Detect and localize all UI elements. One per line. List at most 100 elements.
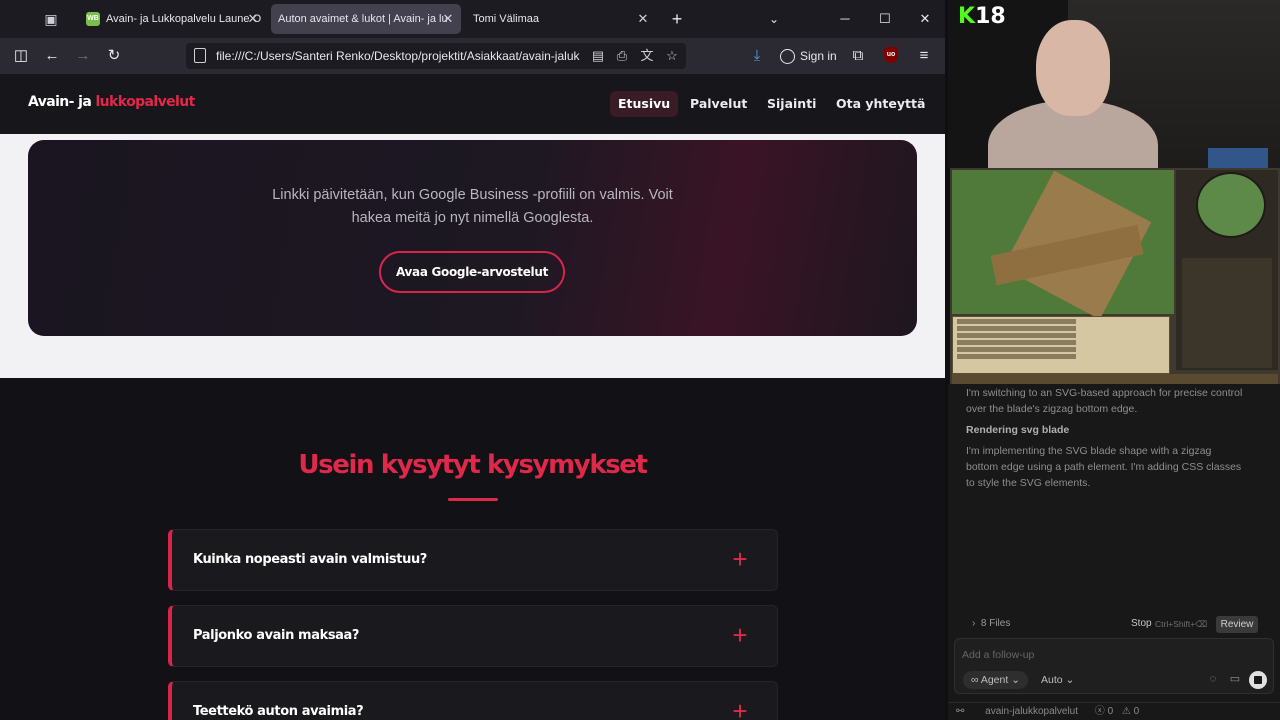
game-chatbox	[952, 316, 1170, 374]
kick-logo-icon: K	[958, 4, 976, 29]
translate-icon[interactable]: 文	[637, 46, 657, 66]
navigation-toolbar: ◫ ← → ↻ file:///C:/Users/Santeri Renko/D…	[0, 38, 945, 74]
open-google-reviews-button[interactable]: Avaa Google-arvostelut	[379, 251, 565, 293]
plus-icon[interactable]: +	[729, 546, 751, 572]
stop-generation-button[interactable]	[1249, 671, 1267, 689]
new-tab-icon[interactable]: +	[667, 9, 687, 29]
plus-icon[interactable]: +	[729, 698, 751, 720]
nav-etusivu[interactable]: Etusivu	[610, 91, 679, 117]
error-icon[interactable]: ⓧ	[1095, 706, 1105, 717]
faq-item[interactable]: Teettekö auton avaimia? +	[168, 681, 778, 720]
minimize-icon[interactable]: ─	[835, 9, 855, 29]
game-viewport	[952, 170, 1174, 320]
agent-message-line: I'm implementing the SVG blade shape wit…	[966, 445, 1212, 457]
tab-title: Auton avaimet & lukot | Avain- ja lu	[278, 13, 448, 26]
save-to-pocket-icon[interactable]: ⎙	[612, 46, 632, 66]
url-text[interactable]: file:///C:/Users/Santeri Renko/Desktop/p…	[216, 43, 586, 69]
sign-in-label: Sign in	[800, 49, 837, 63]
tab-title: Avain- ja Lukkopalvelu Laune O	[106, 13, 262, 26]
google-review-card: Linkki päivitetään, kun Google Business …	[28, 140, 917, 336]
maximize-icon[interactable]: ☐	[875, 9, 895, 29]
desk-light	[1208, 148, 1268, 168]
agent-mode-select[interactable]: ∞ Agent ⌄	[963, 671, 1028, 689]
close-tab-icon[interactable]: ✕	[636, 4, 650, 34]
faq-question: Paljonko avain maksaa?	[193, 628, 360, 643]
chevron-down-icon: ⌄	[1062, 674, 1075, 686]
remote-icon[interactable]: ⚯	[956, 706, 964, 717]
model-select[interactable]: Auto ⌄	[1041, 671, 1074, 689]
extensions-icon[interactable]: ⧉	[847, 45, 869, 67]
game-inventory	[1182, 258, 1272, 368]
files-count: 8 Files	[980, 618, 1011, 629]
stop-shortcut: Ctrl+Shift+⌫	[1155, 619, 1208, 629]
warning-count: 0	[1133, 706, 1140, 717]
game-hud-bar	[952, 374, 1278, 384]
agent-message-line: to style the SVG elements.	[966, 477, 1091, 489]
followup-input[interactable]	[962, 647, 1262, 663]
web-page: Avain- ja lukkopalvelut Etusivu Palvelut…	[0, 74, 945, 720]
nav-ota-yhteytta[interactable]: Ota yhteyttä	[836, 91, 925, 117]
site-logo[interactable]: Avain- ja lukkopalvelut	[28, 94, 195, 110]
stop-button[interactable]: Stop	[1131, 618, 1152, 629]
webflow-favicon-icon: WB	[86, 12, 100, 27]
streamer-head	[1036, 20, 1110, 116]
close-window-icon[interactable]: ✕	[915, 9, 935, 29]
back-icon[interactable]: ←	[41, 45, 63, 67]
bookmark-star-icon[interactable]: ☆	[662, 46, 682, 66]
reload-icon[interactable]: ↻	[103, 45, 125, 67]
logo-text: Avain- ja	[28, 94, 96, 110]
faq-heading: Usein kysytyt kysymykset	[298, 450, 648, 480]
faq-item[interactable]: Paljonko avain maksaa? +	[168, 605, 778, 667]
faq-question: Kuinka nopeasti avain valmistuu?	[193, 552, 427, 567]
project-name[interactable]: avain-jalukkopalvelut	[985, 706, 1078, 717]
close-tab-icon[interactable]: ✕	[246, 4, 260, 34]
tab-tomi-valimaa[interactable]: Tomi Välimaa ✕	[466, 4, 656, 34]
agent-message-line: I'm switching to an SVG-based approach f…	[966, 387, 1243, 399]
tab-laune[interactable]: WB Avain- ja Lukkopalvelu Laune O ✕	[76, 4, 266, 34]
game-minimap	[1196, 172, 1266, 238]
changed-files-toggle[interactable]: › 8 Files	[972, 618, 1010, 629]
chevron-down-icon[interactable]: ⌄	[764, 9, 784, 29]
agent-message: I'm switching to an SVG-based approach f…	[966, 385, 1256, 417]
browser-window: ▣ WB Avain- ja Lukkopalvelu Laune O ✕ Aut…	[0, 0, 945, 720]
agent-message-line: bottom edge using a path element. I'm ad…	[966, 461, 1242, 473]
page-icon	[194, 48, 206, 63]
tab-strip: ▣ WB Avain- ja Lukkopalvelu Laune O ✕ Aut…	[0, 0, 945, 38]
menu-icon[interactable]: ≡	[913, 45, 935, 67]
account-icon	[780, 49, 795, 65]
address-bar[interactable]: file:///C:/Users/Santeri Renko/Desktop/p…	[186, 43, 686, 69]
review-description: Linkki päivitetään, kun Google Business …	[28, 184, 917, 230]
tab-list-icon[interactable]: ▣	[40, 9, 62, 29]
sidebar-icon[interactable]: ◫	[10, 45, 32, 67]
faq-question: Teettekö auton avaimia?	[193, 704, 364, 719]
warning-icon[interactable]: ⚠	[1122, 706, 1131, 717]
logo-accent-text: lukkopalvelut	[95, 94, 195, 110]
image-attach-icon[interactable]: ▭	[1227, 671, 1243, 687]
status-bar: ⚯ avain-jalukkopalvelut ⓧ 0 ⚠ 0	[948, 702, 1280, 720]
reader-view-icon[interactable]: ▤	[588, 46, 608, 66]
forward-icon[interactable]: →	[72, 45, 94, 67]
tab-auton-avaimet[interactable]: Auton avaimet & lukot | Avain- ja lu ✕	[271, 4, 461, 34]
ublock-origin-icon[interactable]: uo	[884, 47, 898, 63]
sign-in-button[interactable]: Sign in	[780, 45, 837, 67]
agent-message: I'm implementing the SVG blade shape wit…	[966, 443, 1256, 491]
downloads-icon[interactable]: ⤓	[746, 45, 768, 67]
chevron-down-icon: ⌄	[1008, 674, 1020, 686]
agent-mode-label: Agent	[980, 674, 1009, 686]
review-text-line: Linkki päivitetään, kun Google Business …	[272, 187, 673, 203]
kick-viewer-badge: K18	[958, 4, 1006, 30]
faq-item[interactable]: Kuinka nopeasti avain valmistuu? +	[168, 529, 778, 591]
game-sidepanel	[1176, 170, 1278, 370]
game-capture	[950, 168, 1280, 384]
plus-icon[interactable]: +	[729, 622, 751, 648]
agent-step-heading: Rendering svg blade	[966, 424, 1070, 436]
heading-underline	[448, 498, 498, 501]
ai-agent-panel: I'm switching to an SVG-based approach f…	[948, 384, 1280, 720]
nav-palvelut[interactable]: Palvelut	[690, 91, 747, 117]
chevron-right-icon: ›	[972, 618, 981, 629]
close-tab-icon[interactable]: ✕	[441, 4, 455, 34]
agent-message-line: over the blade's zigzag bottom edge.	[966, 403, 1138, 415]
nav-sijainti[interactable]: Sijainti	[767, 91, 816, 117]
followup-box: ∞ Agent ⌄ Auto ⌄ ◌ ▭	[954, 638, 1274, 694]
review-button[interactable]: Review	[1216, 616, 1258, 633]
